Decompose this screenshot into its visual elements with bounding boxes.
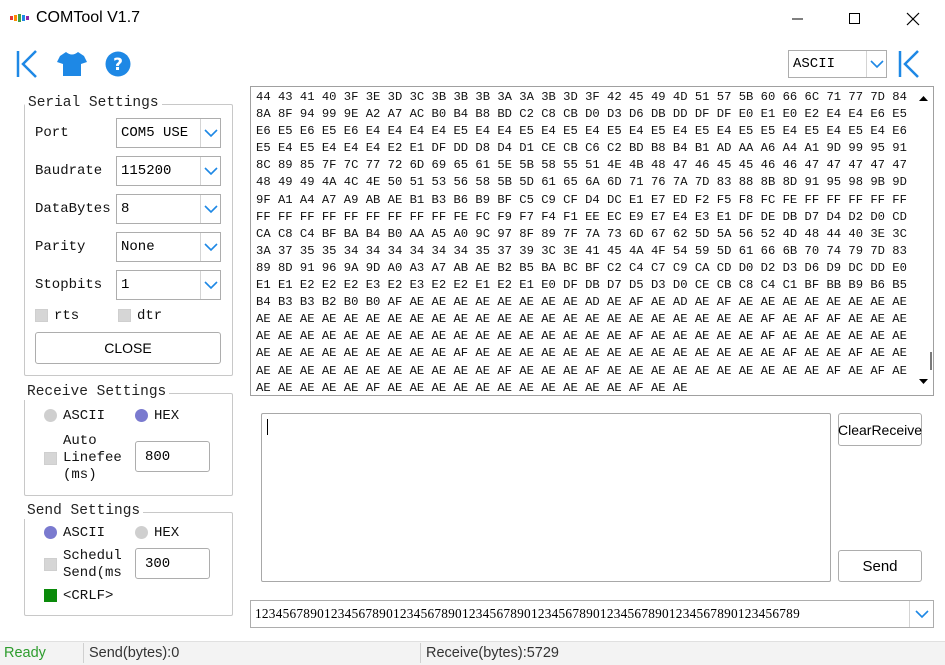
stopbits-label: Stopbits bbox=[35, 277, 103, 293]
stopbits-value: 1 bbox=[121, 277, 130, 293]
shirt-icon bbox=[57, 52, 87, 76]
app-logo-icon bbox=[10, 11, 30, 25]
auto-linefeed-checkbox[interactable] bbox=[44, 452, 57, 465]
send-settings-title: Send Settings bbox=[24, 503, 144, 519]
send-hex-radio[interactable] bbox=[135, 526, 148, 539]
auto-linefeed-input[interactable]: 800 bbox=[135, 441, 210, 472]
collapse-right-icon bbox=[898, 50, 919, 78]
rts-label: rts bbox=[54, 308, 80, 324]
send-history-value: 1234567890123456789012345678901234567890… bbox=[255, 606, 800, 621]
receive-ascii-label: ASCII bbox=[63, 408, 106, 424]
send-ascii-radio[interactable] bbox=[44, 526, 57, 539]
databytes-select[interactable]: 8 bbox=[116, 194, 221, 224]
receive-scrollbar[interactable] bbox=[914, 87, 933, 395]
databytes-value: 8 bbox=[121, 201, 130, 217]
clear-receive-button[interactable]: ClearReceive bbox=[838, 413, 922, 446]
status-ready: Ready bbox=[4, 645, 46, 661]
send-ascii-label: ASCII bbox=[63, 525, 106, 541]
port-label: Port bbox=[35, 125, 69, 141]
status-separator bbox=[420, 643, 421, 663]
baudrate-select[interactable]: 115200 bbox=[116, 156, 221, 186]
parity-label: Parity bbox=[35, 239, 86, 255]
status-send-bytes: Send(bytes):0 bbox=[89, 645, 180, 661]
maximize-icon bbox=[849, 13, 860, 24]
receive-text-area[interactable]: 44 43 41 40 3F 3E 3D 3C 3B 3B 3B 3A 3A 3… bbox=[250, 86, 934, 396]
close-port-button[interactable]: CLOSE bbox=[35, 332, 221, 364]
crlf-checkbox[interactable] bbox=[44, 589, 57, 602]
receive-hex-radio[interactable] bbox=[135, 409, 148, 422]
collapse-left-button[interactable] bbox=[12, 48, 42, 80]
chevron-down-icon bbox=[866, 51, 886, 77]
send-history-select[interactable]: 1234567890123456789012345678901234567890… bbox=[250, 600, 934, 628]
encoding-select-value: ASCII bbox=[793, 56, 836, 72]
send-hex-label: HEX bbox=[154, 525, 180, 541]
receive-text: 44 43 41 40 3F 3E 3D 3C 3B 3B 3B 3A 3A 3… bbox=[256, 90, 914, 393]
schedule-send-label: Schedul Send(ms bbox=[63, 548, 122, 581]
close-window-button[interactable] bbox=[890, 0, 936, 38]
parity-value: None bbox=[121, 239, 155, 255]
baudrate-label: Baudrate bbox=[35, 163, 103, 179]
scroll-thumb[interactable] bbox=[930, 352, 932, 370]
chevron-down-icon bbox=[909, 601, 933, 627]
dtr-label: dtr bbox=[137, 308, 163, 324]
port-value: COM5 USE bbox=[121, 125, 189, 141]
text-cursor bbox=[267, 419, 268, 435]
rts-checkbox[interactable] bbox=[35, 309, 48, 322]
baudrate-value: 115200 bbox=[121, 163, 172, 179]
scroll-up-icon bbox=[919, 96, 928, 101]
status-separator bbox=[83, 643, 84, 663]
send-text-area[interactable] bbox=[261, 413, 831, 582]
help-icon: ? bbox=[105, 51, 131, 77]
schedule-send-checkbox[interactable] bbox=[44, 558, 57, 571]
stopbits-select[interactable]: 1 bbox=[116, 270, 221, 300]
chevron-down-icon bbox=[200, 157, 220, 185]
port-select[interactable]: COM5 USE bbox=[116, 118, 221, 148]
help-button[interactable]: ? bbox=[103, 48, 133, 80]
crlf-label: <CRLF> bbox=[63, 588, 114, 604]
dtr-checkbox[interactable] bbox=[118, 309, 131, 322]
chevron-down-icon bbox=[200, 271, 220, 299]
svg-text:?: ? bbox=[113, 55, 123, 75]
databytes-label: DataBytes bbox=[35, 201, 111, 217]
status-receive-bytes: Receive(bytes):5729 bbox=[426, 645, 559, 661]
scroll-down-icon bbox=[919, 379, 928, 384]
chevron-down-icon bbox=[200, 233, 220, 261]
auto-linefeed-label: Auto Linefee (ms) bbox=[63, 433, 122, 483]
chevron-down-icon bbox=[200, 119, 220, 147]
receive-hex-label: HEX bbox=[154, 408, 180, 424]
close-icon bbox=[906, 12, 920, 26]
encoding-select[interactable]: ASCII bbox=[788, 50, 887, 78]
maximize-button[interactable] bbox=[832, 0, 878, 38]
minimize-icon bbox=[792, 18, 803, 20]
serial-settings-title: Serial Settings bbox=[25, 95, 162, 111]
send-button[interactable]: Send bbox=[838, 550, 922, 582]
window-title: COMTool V1.7 bbox=[36, 9, 141, 26]
collapse-right-button[interactable] bbox=[894, 48, 924, 80]
collapse-left-icon bbox=[16, 50, 37, 78]
parity-select[interactable]: None bbox=[116, 232, 221, 262]
skin-button[interactable] bbox=[57, 48, 87, 80]
schedule-send-input[interactable]: 300 bbox=[135, 548, 210, 579]
receive-settings-title: Receive Settings bbox=[24, 384, 170, 400]
receive-ascii-radio[interactable] bbox=[44, 409, 57, 422]
chevron-down-icon bbox=[200, 195, 220, 223]
minimize-button[interactable] bbox=[775, 0, 821, 38]
